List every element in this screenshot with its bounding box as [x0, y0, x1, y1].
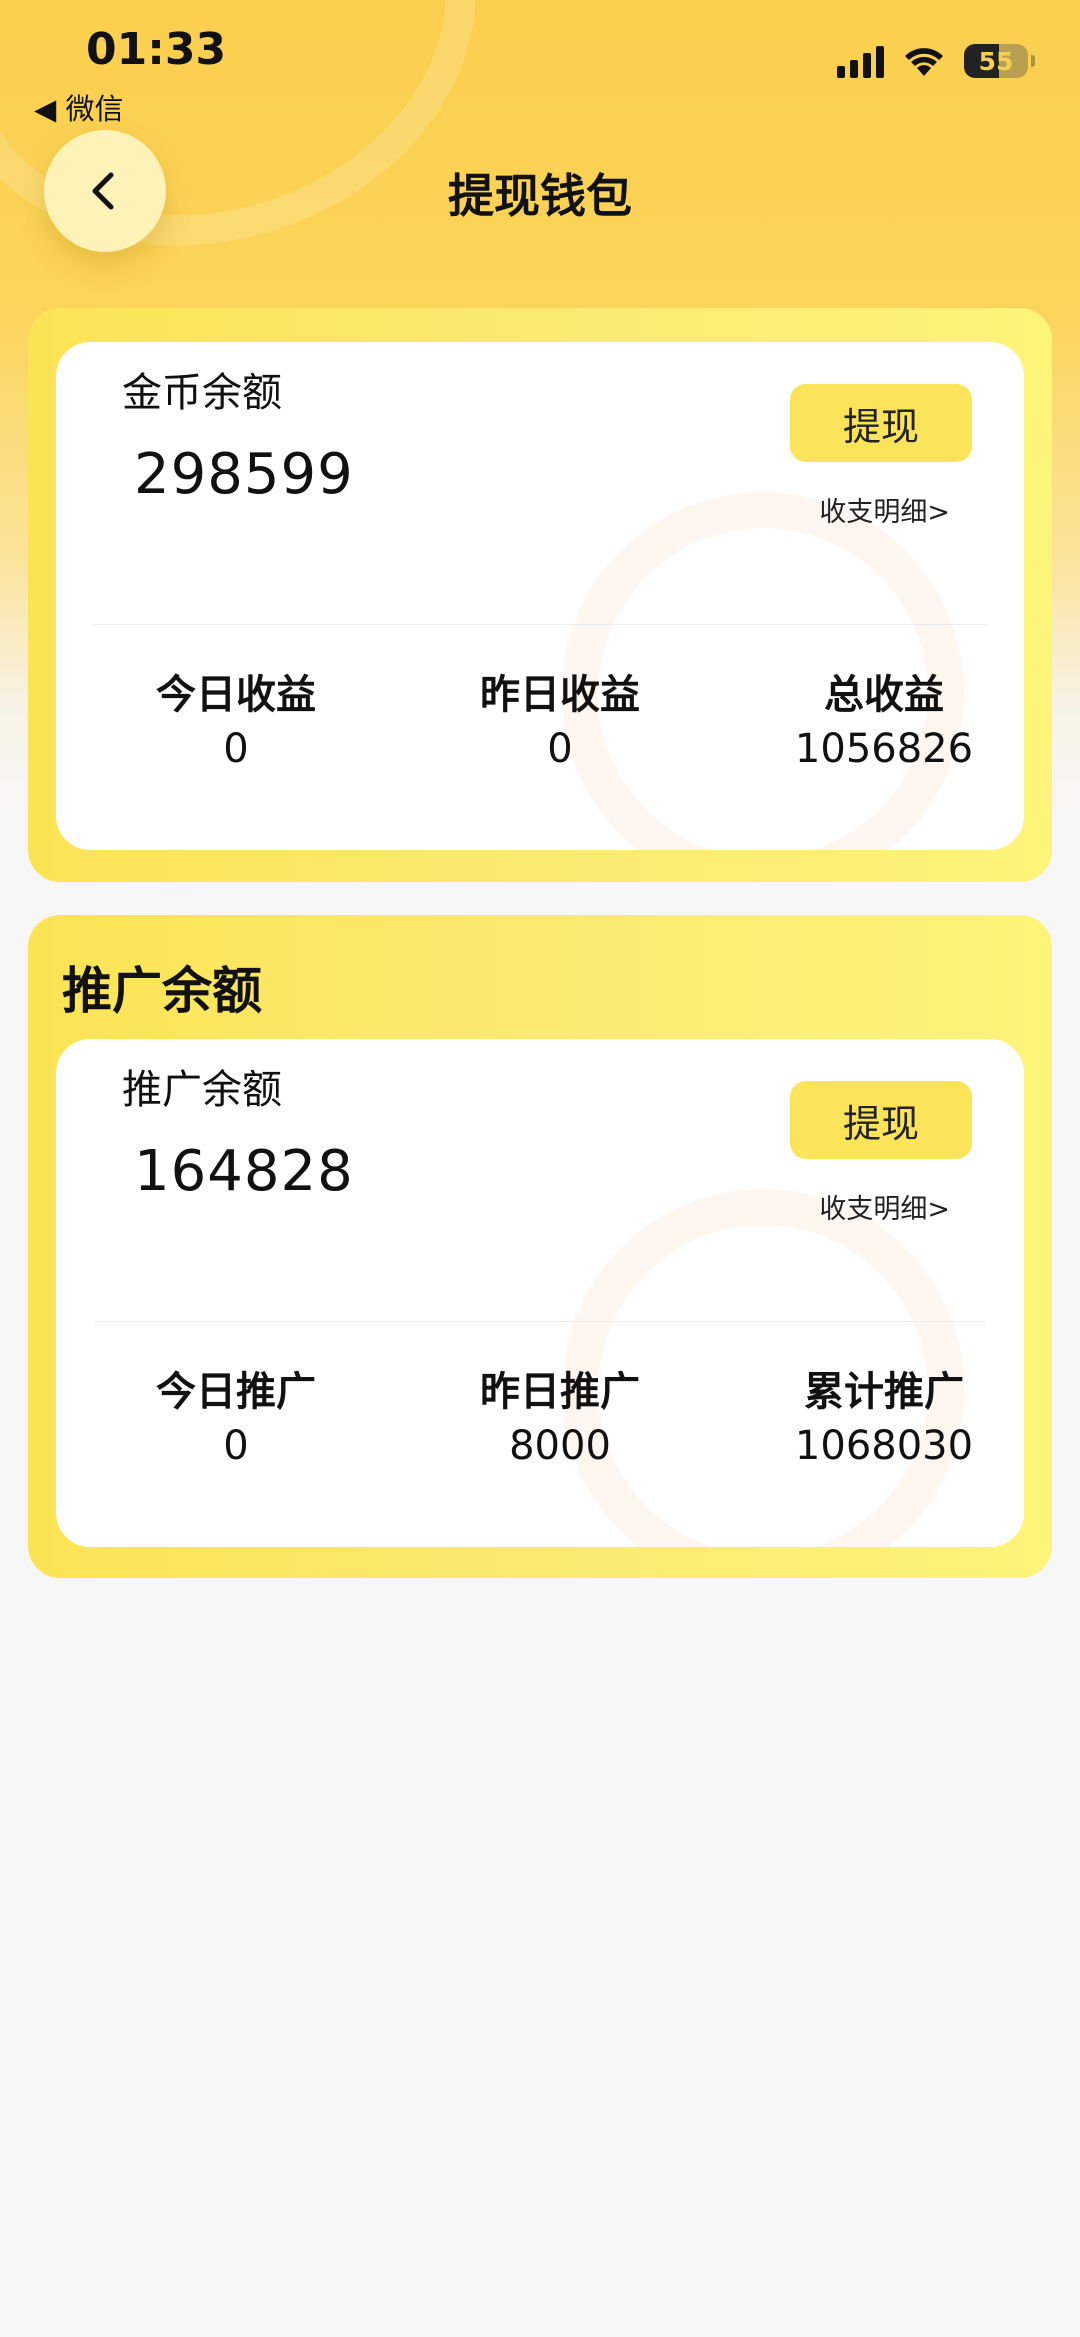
- yesterday-earnings-stat: 昨日收益 0: [420, 662, 700, 772]
- stat-label: 昨日收益: [480, 672, 640, 718]
- stat-value: 8000: [509, 1423, 611, 1469]
- stat-value: 1056826: [794, 726, 974, 772]
- back-to-wechat-link[interactable]: ◀ 微信: [34, 86, 124, 128]
- divider: [94, 624, 986, 625]
- stat-value: 0: [223, 1423, 249, 1469]
- stat-value: 1068030: [794, 1423, 974, 1469]
- status-time: 01:33: [86, 24, 227, 75]
- wifi-icon: [905, 48, 943, 76]
- stat-label: 总收益: [824, 672, 944, 718]
- battery-icon: 55: [964, 44, 1035, 78]
- stat-label: 今日收益: [156, 672, 316, 718]
- wallet-page: 01:33 ◀ 微信 55 提现钱包 金币余额 298599 提现 收支明细>: [0, 0, 1080, 2337]
- stat-value: 0: [547, 726, 573, 772]
- coin-detail-link[interactable]: 收支明细>: [819, 490, 950, 529]
- coin-balance-value: 298599: [134, 442, 354, 507]
- promo-detail-link[interactable]: 收支明细>: [819, 1187, 950, 1226]
- promo-section-title: 推广余额: [62, 962, 262, 1020]
- divider: [94, 1321, 986, 1322]
- today-earnings-stat: 今日收益 0: [96, 662, 376, 772]
- total-promo-stat: 累计推广 1068030: [744, 1359, 1024, 1469]
- coin-withdraw-button[interactable]: 提现: [790, 384, 972, 462]
- promo-balance-panel: 推广余额 164828 提现 收支明细> 今日推广 0 昨日推广 8000 累计…: [56, 1039, 1024, 1547]
- yesterday-promo-stat: 昨日推广 8000: [420, 1359, 700, 1469]
- coin-balance-card: 金币余额 298599 提现 收支明细> 今日收益 0 昨日收益 0 总收益 1…: [28, 308, 1052, 882]
- promo-balance-card: 推广余额 推广余额 164828 提现 收支明细> 今日推广 0 昨日推广 80…: [28, 915, 1052, 1578]
- signal-icon: [837, 44, 884, 78]
- coin-balance-label: 金币余额: [122, 370, 282, 416]
- stat-label: 今日推广: [156, 1369, 316, 1415]
- stat-label: 累计推广: [804, 1369, 964, 1415]
- promo-balance-value: 164828: [134, 1139, 354, 1204]
- today-promo-stat: 今日推广 0: [96, 1359, 376, 1469]
- stat-value: 0: [223, 726, 249, 772]
- promo-withdraw-button[interactable]: 提现: [790, 1081, 972, 1159]
- page-title: 提现钱包: [448, 169, 632, 223]
- stat-label: 昨日推广: [480, 1369, 640, 1415]
- promo-balance-label: 推广余额: [122, 1067, 282, 1113]
- coin-balance-panel: 金币余额 298599 提现 收支明细> 今日收益 0 昨日收益 0 总收益 1…: [56, 342, 1024, 850]
- status-indicators: 55: [837, 44, 1035, 78]
- total-earnings-stat: 总收益 1056826: [744, 662, 1024, 772]
